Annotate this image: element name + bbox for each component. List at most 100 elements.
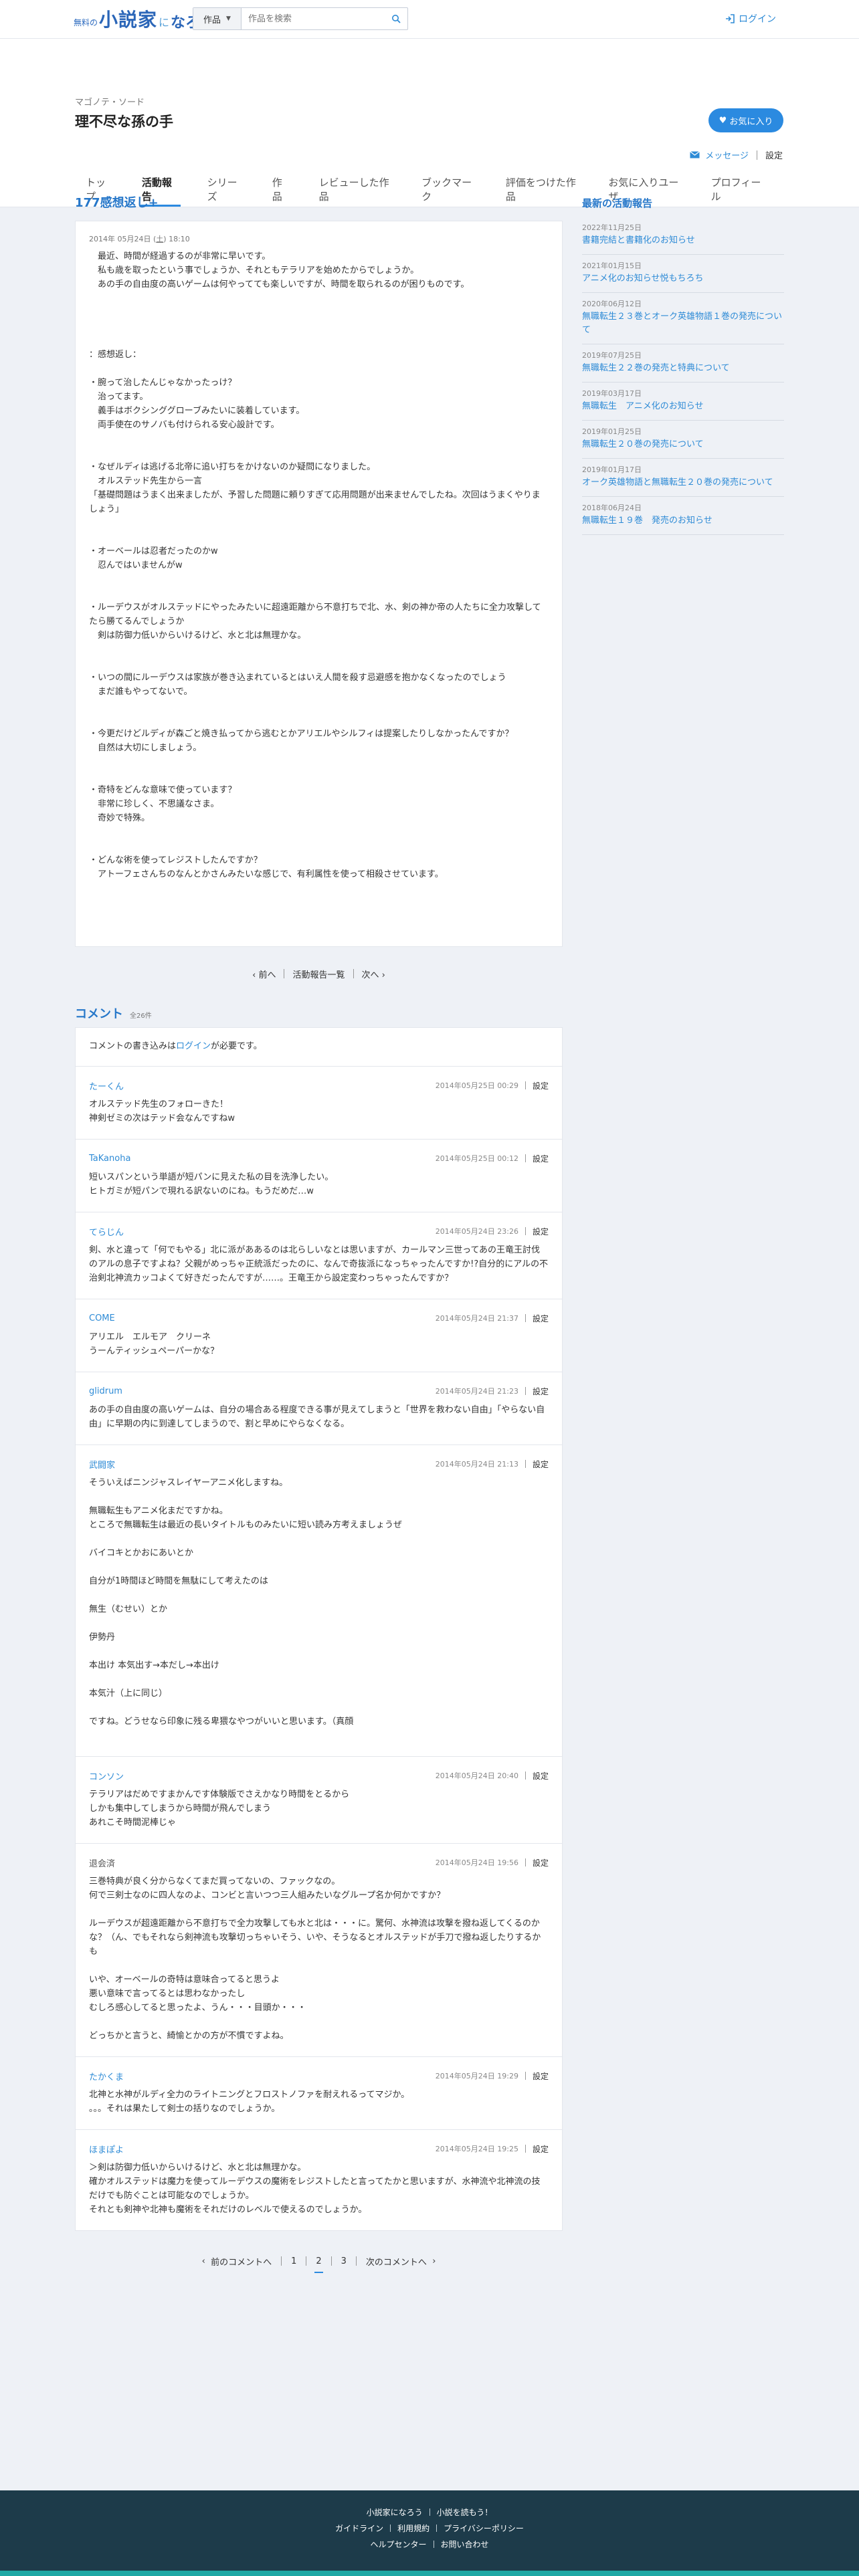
footer-link-guideline[interactable]: ガイドライン xyxy=(335,2523,383,2534)
message-link[interactable]: メッセージ xyxy=(690,148,749,161)
comment-item: コンソン 2014年05月24日 20:40 設定テラリアはだめですまかんです体験版… xyxy=(76,1757,562,1844)
report-date: 2019年07月25日 xyxy=(582,351,642,360)
sidebar-report-item: 2022年11月25日 書籍完結と書籍化のお知らせ xyxy=(582,217,784,255)
post-pager: ‹ 前へ 活動報告一覧 次へ › xyxy=(75,947,563,1000)
comment-body: テラリアはだめですまかんです体験版でさえかなり時間をとるから しかも集中してしま… xyxy=(89,1790,350,1828)
comment-settings-link[interactable]: 設定 xyxy=(533,2143,549,2155)
comment-header: TaKanoha 2014年05月25日 00:12 設定 xyxy=(89,1152,549,1165)
footer-link-help[interactable]: ヘルプセンター xyxy=(370,2539,426,2550)
comment-author[interactable]: てらじん xyxy=(89,1225,124,1238)
comment-author[interactable]: TaKanoha xyxy=(89,1154,130,1164)
divider xyxy=(524,1460,526,1468)
prev-comments-link[interactable]: ‹ 前のコメントへ xyxy=(193,2252,281,2270)
comment-page-3[interactable]: 3 xyxy=(332,2252,356,2270)
comment-settings-link[interactable]: 設定 xyxy=(533,1770,549,1782)
comments-count: 全26件 xyxy=(130,1012,152,1020)
comment-settings-link[interactable]: 設定 xyxy=(533,1226,549,1237)
divider xyxy=(524,1387,526,1395)
comment-body: アリエル エルモア クリーネ うーんティッシュペーパーかな？ xyxy=(89,1332,219,1356)
report-title-link[interactable]: 無職転生１９巻 発売のお知らせ xyxy=(582,514,784,528)
next-post-link[interactable]: 次へ › xyxy=(362,968,385,980)
comment-author[interactable]: glidrum xyxy=(89,1386,122,1396)
report-title-link[interactable]: オーク英雄物語と無職転生２０巻の発売について xyxy=(582,476,784,490)
chevron-down-icon: ▼ xyxy=(226,15,231,22)
divider xyxy=(524,1314,526,1322)
comment-settings-link[interactable]: 設定 xyxy=(533,1153,549,1164)
sidebar-title: 最新の活動報告 xyxy=(582,197,653,209)
comment-meta: 2014年05月25日 00:29 設定 xyxy=(436,1080,549,1091)
footer-row-3: ヘルプセンター お問い合わせ xyxy=(0,2536,859,2552)
notice-login-link[interactable]: ログイン xyxy=(176,1041,211,1051)
comment-header: ほまぽよ 2014年05月24日 19:25 設定 xyxy=(89,2142,549,2155)
comment-settings-link[interactable]: 設定 xyxy=(533,1459,549,1470)
comment-meta: 2014年05月24日 21:23 設定 xyxy=(436,1386,549,1397)
sidebar-report-item: 2019年03月17日無職転生 アニメ化のお知らせ xyxy=(582,383,784,421)
post-list-link[interactable]: 活動報告一覧 xyxy=(292,968,345,980)
comment-page-1[interactable]: 1 xyxy=(282,2252,306,2270)
comment-date: 2014年05月25日 00:12 xyxy=(435,1154,518,1163)
report-title-link[interactable]: 無職転生 アニメ化のお知らせ xyxy=(582,400,784,413)
comment-body: 北神と水神がルディ全力のライトニングとフロストノファを耐えれるってマジか。 。。… xyxy=(89,2090,410,2114)
next-comments-link[interactable]: 次のコメントへ › xyxy=(357,2252,445,2270)
comment-item: てらじん 2014年05月24日 23:26 設定 剣、水と違って「何でもやる」北に派… xyxy=(76,1212,562,1299)
comment-meta: 2014年05月24日 21:13 設定 xyxy=(436,1459,549,1470)
report-date: 2019年03月17日 xyxy=(582,389,642,398)
divider xyxy=(353,969,354,978)
footer: 小説家になろう 小説を読もう！ ガイドライン 利用規約 プライバシーポリシー ヘ… xyxy=(0,2490,859,2576)
login-link[interactable]: ログイン xyxy=(725,12,776,25)
report-title-link[interactable]: 無職転生２０巻の発売について xyxy=(582,438,784,451)
footer-link-privacy[interactable]: プライバシーポリシー xyxy=(444,2523,524,2534)
divider xyxy=(436,2524,438,2532)
comment-header: コンソン 2014年05月24日 20:40 設定 xyxy=(89,1769,549,1782)
comment-author[interactable]: ほまぽよ xyxy=(89,2143,124,2155)
comment-header: たかくま 2014年05月24日 19:29 設定 xyxy=(89,2069,549,2082)
comment-page-2[interactable]: 2 xyxy=(306,2252,330,2273)
comment-author[interactable]: COME xyxy=(89,1313,115,1323)
user-links: メッセージ 設定 xyxy=(690,148,783,161)
comment-date: 2014年05月24日 23:26 xyxy=(435,1227,518,1236)
settings-link[interactable]: 設定 xyxy=(765,148,783,161)
sidebar-report-item: 2019年01月17日 オーク英雄物語と無職転生２０巻の発売について xyxy=(582,459,784,497)
footer-link-yomou[interactable]: 小説を読もう！ xyxy=(437,2506,493,2518)
footer-link-narou[interactable]: 小説家になろう xyxy=(367,2506,423,2518)
search-button[interactable] xyxy=(385,8,407,29)
comment-meta: 2014年05月24日 19:56 設定 xyxy=(436,1857,549,1868)
comment-body: ＞剣は防御力低いからいけるけど、水と北は無理かな。 確かオルステッドは魔力を使っ… xyxy=(89,2163,541,2215)
report-title-link[interactable]: 無職転生２３巻とオーク英雄物語１巻の発売について xyxy=(582,310,784,337)
comment-settings-link[interactable]: 設定 xyxy=(533,1313,549,1324)
footer-link-terms[interactable]: 利用規約 xyxy=(397,2523,430,2534)
comment-settings-link[interactable]: 設定 xyxy=(533,1080,549,1091)
main-column: 177感想返し+ 2014年 05月24日 (土) 18:10 最近、時間が経過… xyxy=(75,194,563,2291)
message-label: メッセージ xyxy=(705,151,749,161)
search-input[interactable] xyxy=(242,8,385,29)
divider xyxy=(524,2145,526,2153)
divider xyxy=(390,2524,391,2532)
comment-settings-link[interactable]: 設定 xyxy=(533,1386,549,1397)
comment-settings-link[interactable]: 設定 xyxy=(533,2070,549,2082)
comment-date: 2014年05月24日 19:56 xyxy=(435,1858,518,1867)
search-category-select[interactable]: 作品 ▼ xyxy=(193,8,242,29)
comment-settings-link[interactable]: 設定 xyxy=(533,1857,549,1868)
comment-author[interactable]: たーくん xyxy=(89,1079,124,1092)
comment-body: 短いスパンという単語が短パンに見えた私の目を洗浄したい。 ヒトガミが短パンで現れ… xyxy=(89,1172,334,1196)
search-category-value: 作品 xyxy=(203,15,221,25)
favorite-button[interactable]: ♥ お気に入り xyxy=(708,108,783,132)
page: 無料の 小説家 に なろう 作品 ▼ ログイン マゴノテ・ソード 理不尽な孫の手… xyxy=(0,0,859,2576)
divider xyxy=(524,1858,526,1866)
comment-author[interactable]: たかくま xyxy=(89,2070,124,2082)
prev-post-link[interactable]: ‹ 前へ xyxy=(252,968,276,980)
report-title-link[interactable]: 書籍完結と書籍化のお知らせ xyxy=(582,234,784,247)
next-comments-label: 次のコメントへ xyxy=(365,2257,427,2268)
comment-meta: 2014年05月24日 19:29 設定 xyxy=(436,2070,549,2082)
report-title-link[interactable]: 無職転生２２巻の発売と特典について xyxy=(582,362,784,375)
comment-date: 2014年05月24日 21:37 xyxy=(435,1314,518,1323)
report-title-link[interactable]: アニメ化のお知らせ悦もちろち xyxy=(582,272,784,286)
footer-link-contact[interactable]: お問い合わせ xyxy=(441,2539,489,2550)
comment-date: 2014年05月24日 21:13 xyxy=(435,1460,518,1469)
prev-comments-label: 前のコメントへ xyxy=(211,2257,272,2268)
report-date: 2021年01月15日 xyxy=(582,261,642,270)
post-date-prefix: 2014年 05月24日 ( xyxy=(89,235,157,243)
comment-author[interactable]: コンソン xyxy=(89,1769,124,1782)
user-name: 理不尽な孫の手 xyxy=(75,114,173,130)
comment-author[interactable]: 武闘家 xyxy=(89,1458,115,1471)
